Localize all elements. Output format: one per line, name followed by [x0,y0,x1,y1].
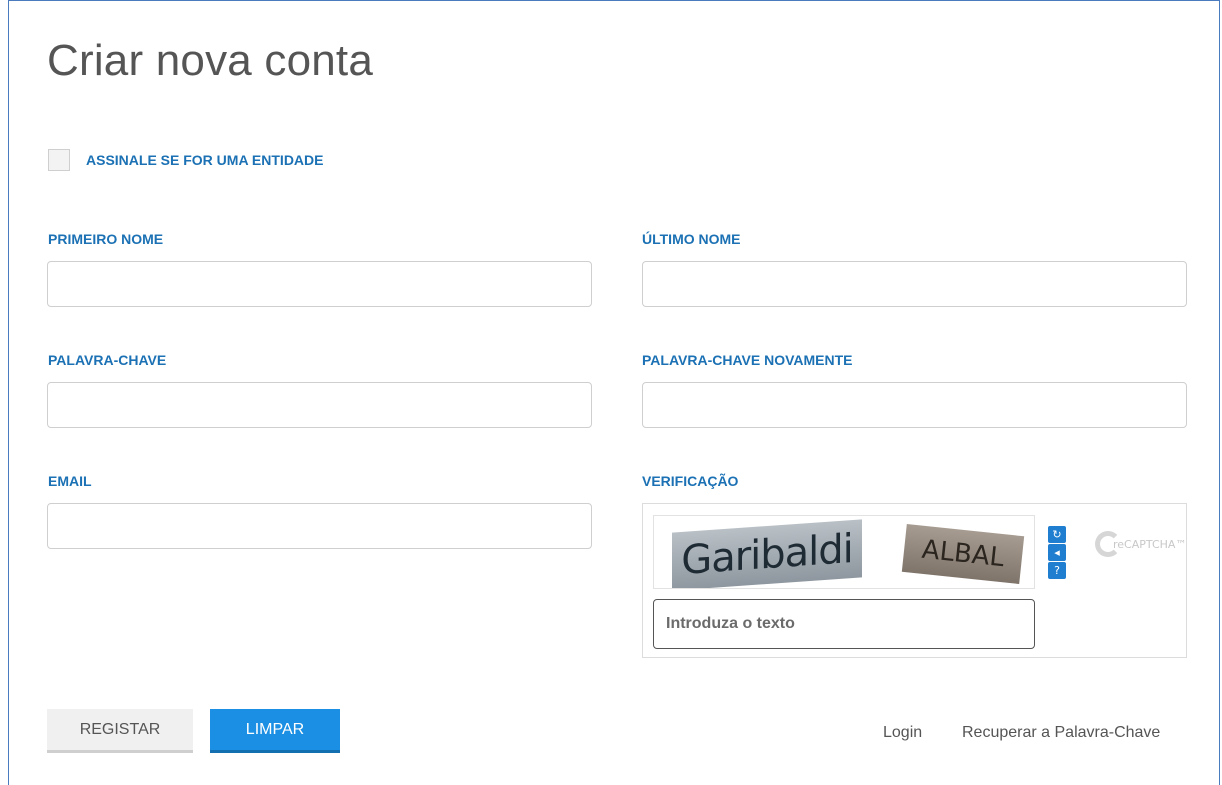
captcha-input[interactable] [653,599,1035,649]
password-again-label: PALAVRA-CHAVE NOVAMENTE [642,352,853,368]
recaptcha-logo-text: reCAPTCHA™ [1113,537,1187,551]
last-name-input[interactable] [642,261,1187,307]
first-name-label: PRIMEIRO NOME [48,231,164,247]
clear-button[interactable]: LIMPAR [210,709,340,753]
captcha-image: Garibaldi ALBAL [653,515,1035,589]
recaptcha-logo: reCAPTCHA™ [1095,531,1186,557]
entity-checkbox-row[interactable]: ASSINALE SE FOR UMA ENTIDADE [48,149,324,171]
email-label: EMAIL [48,473,92,489]
login-link[interactable]: Login [883,724,922,742]
verification-label: VERIFICAÇÃO [642,473,739,489]
captcha-widget: Garibaldi ALBAL ↻ ◂ ? reCAPTCHA™ [642,503,1187,658]
password-again-input[interactable] [642,382,1187,428]
entity-checkbox-label[interactable]: ASSINALE SE FOR UMA ENTIDADE [86,152,324,168]
password-label: PALAVRA-CHAVE [48,352,167,368]
captcha-word-1: Garibaldi [672,519,862,588]
email-input[interactable] [47,503,592,549]
register-button[interactable]: REGISTAR [47,709,193,753]
last-name-label: ÚLTIMO NOME [642,231,741,247]
page-title: Criar nova conta [47,36,374,85]
refresh-icon[interactable]: ↻ [1048,526,1066,543]
captcha-controls: ↻ ◂ ? [1048,526,1066,580]
help-icon[interactable]: ? [1048,562,1066,579]
captcha-word-2: ALBAL [901,523,1025,585]
entity-checkbox[interactable] [48,149,70,171]
password-input[interactable] [47,382,592,428]
first-name-input[interactable] [47,261,592,307]
audio-icon[interactable]: ◂ [1048,544,1066,561]
recover-password-link[interactable]: Recuperar a Palavra-Chave [962,724,1160,742]
